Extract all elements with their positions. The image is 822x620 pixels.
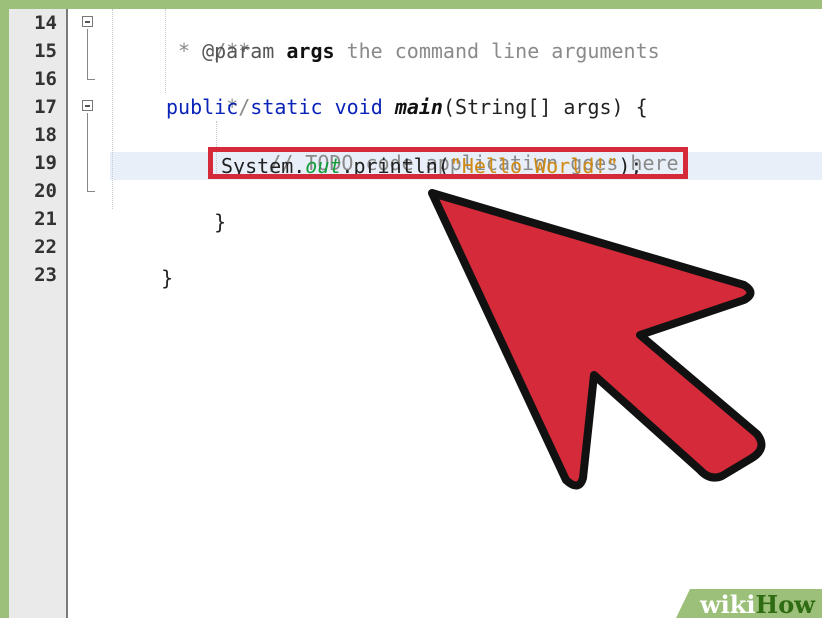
wikihow-watermark: wikiHow [700, 589, 815, 619]
pointer-arrow-icon [428, 189, 766, 490]
watermark-part-wiki: wiki [700, 590, 756, 619]
watermark-part-how: How [755, 590, 815, 619]
